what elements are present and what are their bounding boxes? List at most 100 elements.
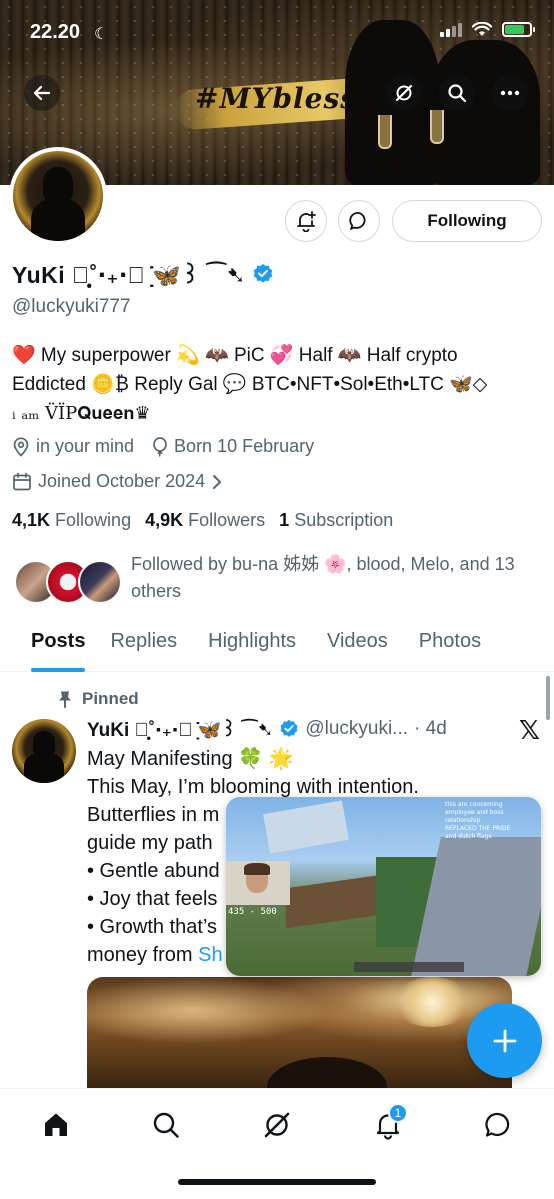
pip-chat-line: this are concerning [445, 801, 503, 808]
following-count-link[interactable]: 4,1K Following [12, 510, 131, 531]
search-icon [153, 1112, 179, 1138]
grok-button[interactable] [386, 75, 422, 111]
arrow-left-icon [33, 85, 51, 101]
post-time: · 4d [414, 718, 447, 739]
followers-count-link[interactable]: 4,9K Followers [145, 510, 265, 531]
calendar-icon [13, 472, 31, 490]
compose-post-button[interactable] [467, 1003, 542, 1078]
avatar-figure-head [43, 167, 73, 203]
nav-messages-button[interactable] [476, 1103, 520, 1147]
picture-in-picture-video[interactable]: 435 - 500 this are concerning employee a… [226, 797, 541, 976]
birthday-text: Born 10 February [174, 436, 315, 456]
birthday-item: Born 10 February [152, 436, 314, 457]
pin-icon [59, 691, 71, 708]
joined-row[interactable]: Joined October 2024 [12, 471, 223, 492]
pip-sky-block [263, 800, 349, 854]
champagne-glass [378, 115, 392, 149]
chat-bubble-icon [485, 1112, 510, 1137]
cellular-signal-icon [440, 22, 462, 37]
bell-plus-icon [297, 211, 316, 232]
followers-count: 4,9K [145, 510, 184, 530]
post-link[interactable]: Sh [198, 944, 222, 966]
banner-figure-right [430, 40, 540, 185]
verified-badge-icon [280, 719, 298, 737]
bio-line: Eddicted 🪙₿ Reply Gal 💬 BTC•NFT•Sol•Eth•… [12, 374, 488, 395]
pip-chat-overlay: this are concerning employee and boss re… [445, 801, 535, 841]
status-time: 22.20 [30, 21, 81, 43]
home-icon [45, 1113, 67, 1136]
following-button[interactable]: Following [392, 200, 542, 242]
pip-webcam-hair [244, 863, 270, 875]
more-options-button[interactable] [492, 75, 528, 111]
bio-line: ❤️ My superpower 💫 🦇 PiC 💞 Half 🦇 Half c… [12, 345, 458, 366]
following-count: 4,1K [12, 510, 51, 530]
post-line: May Manifesting 🍀 🌟 [87, 748, 294, 770]
tab-videos[interactable]: Videos [327, 618, 388, 672]
post-author-name[interactable]: YuKi ᭄̣̣̥˚‧₊‧﹏ ̣̇🦋꒱ ⁀➷ [87, 716, 273, 742]
mutual-followers-avatars[interactable] [14, 560, 122, 606]
chandelier-light [392, 977, 472, 1027]
avatar-figure-body [24, 753, 64, 783]
notifications-badge: 1 [388, 1103, 408, 1123]
avatar-image [13, 151, 103, 241]
pinned-label: Pinned [82, 689, 139, 708]
tab-replies[interactable]: Replies [110, 618, 177, 672]
plus-icon [493, 1029, 516, 1052]
profile-tabs: Posts Replies Highlights Videos Photos [0, 618, 554, 672]
more-dots-icon [500, 90, 520, 96]
subscription-count-link[interactable]: 1 Subscription [279, 510, 393, 531]
post-image[interactable] [87, 977, 512, 1089]
nav-grok-button[interactable] [255, 1103, 299, 1147]
joined-text: Joined October 2024 [38, 471, 206, 491]
scrollbar[interactable] [546, 676, 550, 720]
avatar-figure-body [31, 199, 85, 241]
notifications-subscribe-button[interactable] [285, 200, 327, 242]
pip-webcam [226, 861, 290, 905]
verified-badge-icon[interactable] [252, 263, 274, 285]
profile-bio: ❤️ My superpower 💫 🦇 PiC 💞 Half 🦇 Half c… [12, 341, 548, 428]
pip-hotbar [354, 962, 464, 972]
location-text: in your mind [36, 436, 135, 456]
chat-bubble-icon [349, 212, 366, 230]
following-count-label: Following [55, 510, 132, 530]
chevron-right-icon [213, 474, 222, 489]
profile-avatar[interactable] [9, 147, 107, 245]
nav-search-button[interactable] [144, 1103, 188, 1147]
pip-score: 435 - 500 [228, 907, 277, 917]
pip-chat-line: REPLACED THE PRIDE [445, 825, 511, 832]
avatar [78, 560, 122, 604]
profile-handle: @luckyuki777 [12, 296, 131, 317]
location-item: in your mind [12, 436, 134, 457]
x-logo-icon[interactable]: 𝕏 [519, 716, 540, 746]
post-author-avatar[interactable] [12, 719, 76, 783]
location-pin-icon [13, 436, 29, 457]
pinned-indicator: Pinned [58, 689, 139, 709]
status-icons [440, 22, 535, 37]
tab-highlights[interactable]: Highlights [208, 618, 296, 672]
back-button[interactable] [24, 75, 60, 111]
nav-home-button[interactable] [34, 1103, 78, 1147]
followed-by-text[interactable]: Followed by bu-na 姊姊 🌸, blood, Melo, and… [131, 551, 546, 605]
grok-icon [264, 1112, 290, 1138]
wifi-icon [472, 22, 492, 36]
bottom-navigation: 1 [0, 1088, 554, 1199]
search-button[interactable] [439, 75, 475, 111]
image-figure [267, 1057, 387, 1089]
post-author-handle[interactable]: @luckyuki... [305, 718, 408, 740]
profile-counts: 4,1K Following 4,9K Followers 1 Subscrip… [12, 510, 393, 531]
balloon-icon [153, 436, 167, 457]
display-name-row: YuKi ᭄̣̣̥˚‧₊‧﹏ ̣̇🦋꒱ ⁀➷ [12, 258, 274, 289]
battery-charging-icon [502, 22, 535, 37]
subscription-count: 1 [279, 510, 290, 530]
pip-chat-line: employee and boss relationship [445, 809, 504, 824]
display-name: YuKi ᭄̣̣̥˚‧₊‧﹏ ̣̇🦋꒱ ⁀➷ [12, 262, 247, 288]
message-button[interactable] [338, 200, 380, 242]
grok-icon [395, 84, 413, 102]
profile-meta-row: in your mind Born 10 February [12, 436, 326, 457]
followers-count-label: Followers [188, 510, 266, 530]
home-indicator[interactable] [178, 1179, 376, 1185]
nav-notifications-button[interactable]: 1 [366, 1103, 410, 1147]
subscription-count-label: Subscription [294, 510, 394, 530]
tab-photos[interactable]: Photos [419, 618, 481, 672]
tab-posts[interactable]: Posts [31, 618, 86, 672]
